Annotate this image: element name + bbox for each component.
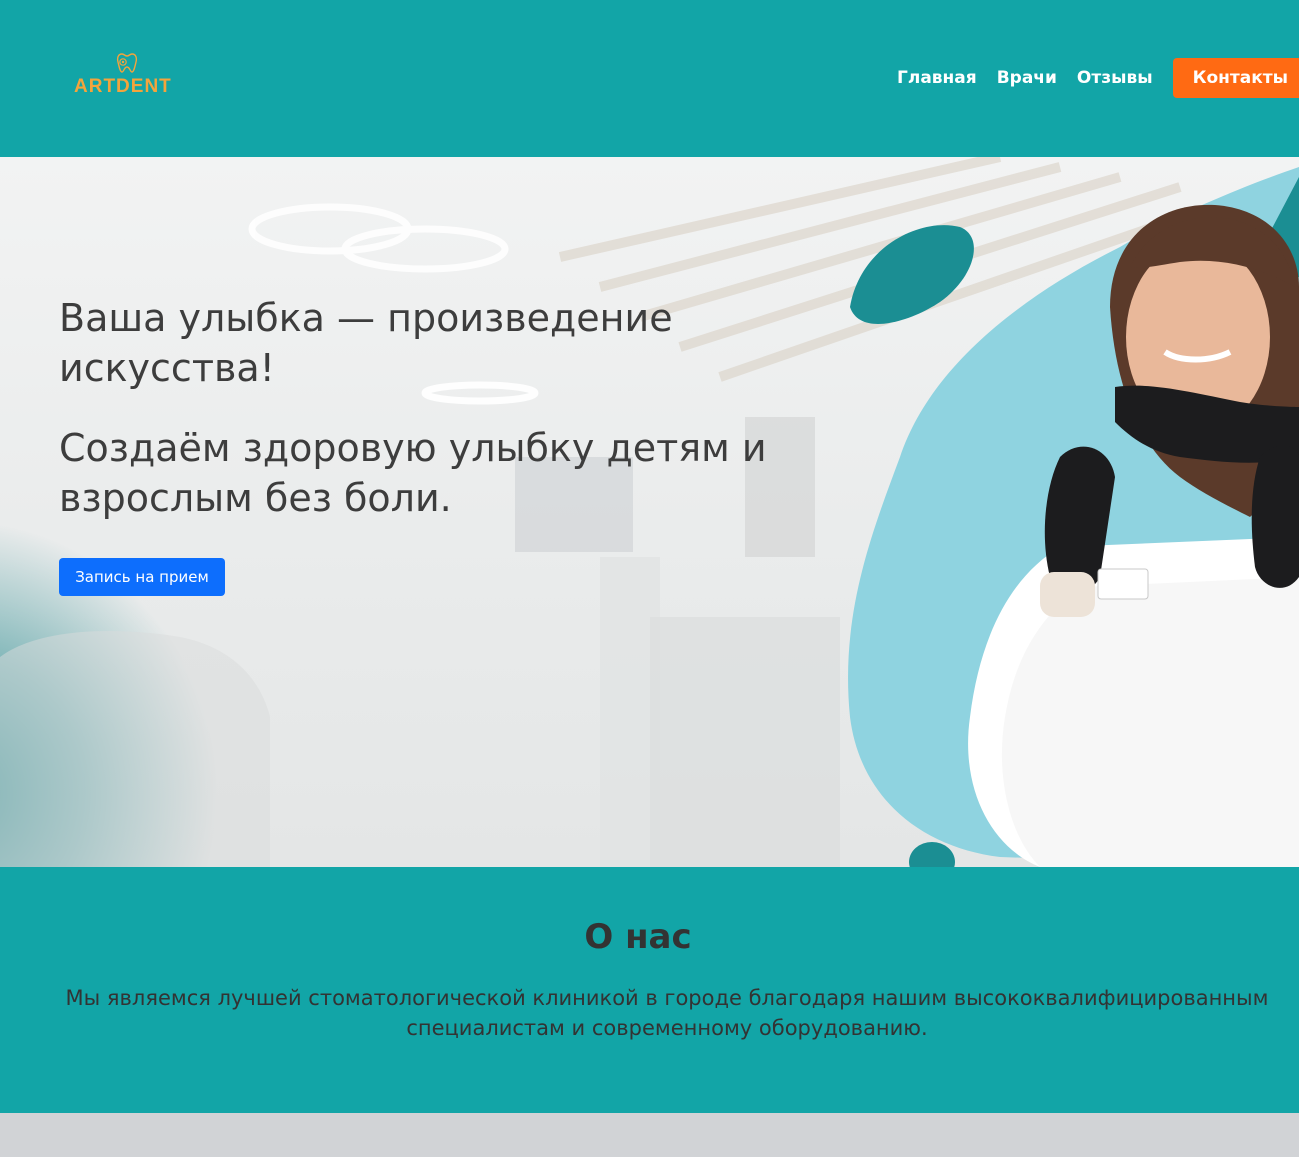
about-title: О нас [584, 917, 692, 957]
site-header: ARTDENT Главная Врачи Отзывы Контакты [0, 0, 1299, 157]
nav-link-doctors[interactable]: Врачи [997, 68, 1057, 88]
book-appointment-button[interactable]: Запись на прием [59, 558, 225, 596]
about-section: О нас Мы являемся лучшей стоматологическ… [0, 867, 1299, 1113]
logo[interactable]: ARTDENT [74, 52, 184, 102]
about-text: Мы являемся лучшей стоматологической кли… [65, 986, 1269, 1040]
nav-link-home[interactable]: Главная [897, 68, 977, 88]
nav-link-reviews[interactable]: Отзывы [1077, 68, 1153, 88]
logo-text: ARTDENT [74, 76, 172, 97]
hero-subtitle: Создаём здоровую улыбку детям и взрослым… [59, 426, 767, 520]
tooth-logo-icon [116, 53, 138, 73]
contacts-button[interactable]: Контакты [1172, 58, 1299, 98]
hero-section: Ваша улыбка — произведение искусства! Со… [0, 157, 1299, 867]
main-nav: Главная Врачи Отзывы Контакты [897, 58, 1299, 98]
hero-title: Ваша улыбка — произведение искусства! [59, 296, 673, 390]
